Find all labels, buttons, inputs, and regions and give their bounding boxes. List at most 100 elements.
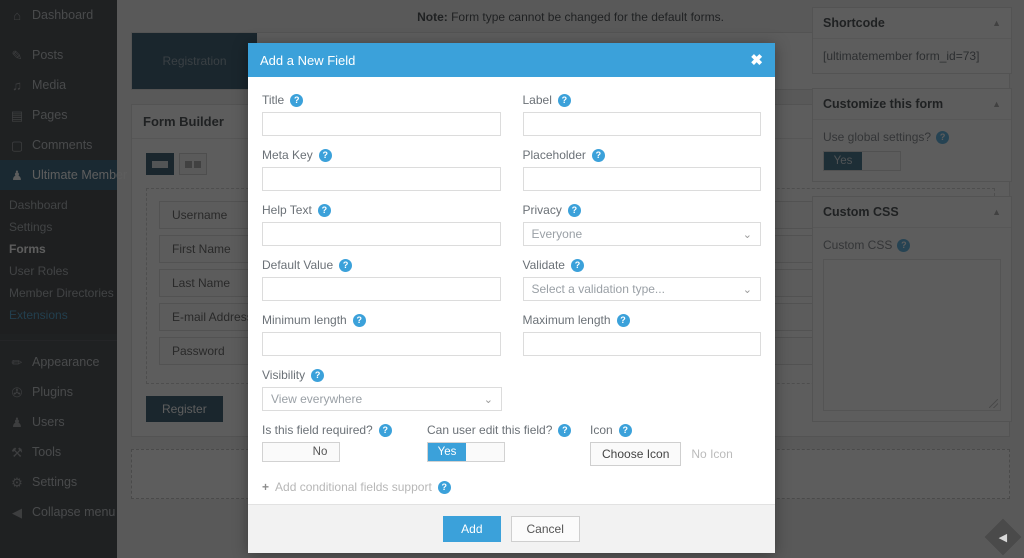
modal-footer: Add Cancel xyxy=(248,504,775,553)
field-row-4: Default Value ? Validate ? Select a vali… xyxy=(262,258,761,313)
default-value-label-wrap: Default Value ? xyxy=(262,258,501,272)
icon-chooser-row: Choose Icon No Icon xyxy=(590,442,761,466)
default-value-input[interactable] xyxy=(262,277,501,301)
privacy-select-value: Everyone xyxy=(532,227,583,241)
label-input[interactable] xyxy=(523,112,762,136)
privacy-select[interactable]: Everyone ⌄ xyxy=(523,222,762,246)
editable-label: Can user edit this field? xyxy=(427,423,552,437)
choose-icon-button[interactable]: Choose Icon xyxy=(590,442,681,466)
toggles-row: Is this field required? ? No Can user ed… xyxy=(262,423,761,466)
help-icon[interactable]: ? xyxy=(311,369,324,382)
help-text-input[interactable] xyxy=(262,222,501,246)
field-row-5: Minimum length ? Maximum length ? xyxy=(262,313,761,368)
minimum-length-label-wrap: Minimum length ? xyxy=(262,313,501,327)
help-icon[interactable]: ? xyxy=(617,314,630,327)
meta-key-label-wrap: Meta Key ? xyxy=(262,148,501,162)
required-toggle-no[interactable]: No xyxy=(301,443,339,461)
minimum-length-label: Minimum length xyxy=(262,313,347,327)
placeholder-field-group: Placeholder ? xyxy=(523,148,762,191)
required-label-wrap: Is this field required? ? xyxy=(262,423,427,437)
visibility-select-value: View everywhere xyxy=(271,392,362,406)
field-row-1: Title ? Label ? xyxy=(262,93,761,148)
editable-field-group: Can user edit this field? ? Yes xyxy=(427,423,590,462)
help-icon[interactable]: ? xyxy=(290,94,303,107)
help-icon[interactable]: ? xyxy=(571,259,584,272)
cancel-button[interactable]: Cancel xyxy=(511,516,580,542)
add-conditional-fields-label: Add conditional fields support xyxy=(275,480,432,494)
maximum-length-input[interactable] xyxy=(523,332,762,356)
title-input[interactable] xyxy=(262,112,501,136)
privacy-label: Privacy xyxy=(523,203,562,217)
help-text-label: Help Text xyxy=(262,203,312,217)
field-row-3: Help Text ? Privacy ? Everyone ⌄ xyxy=(262,203,761,258)
placeholder-label: Placeholder xyxy=(523,148,586,162)
help-icon[interactable]: ? xyxy=(558,424,571,437)
help-icon[interactable]: ? xyxy=(379,424,392,437)
validate-label: Validate xyxy=(523,258,565,272)
help-text-field-group: Help Text ? xyxy=(262,203,501,246)
help-icon[interactable]: ? xyxy=(353,314,366,327)
label-label-wrap: Label ? xyxy=(523,93,762,107)
field-row-2: Meta Key ? Placeholder ? xyxy=(262,148,761,203)
privacy-field-group: Privacy ? Everyone ⌄ xyxy=(523,203,762,246)
minimum-length-input[interactable] xyxy=(262,332,501,356)
placeholder-label-wrap: Placeholder ? xyxy=(523,148,762,162)
editable-toggle[interactable]: Yes xyxy=(427,442,505,462)
placeholder-input[interactable] xyxy=(523,167,762,191)
visibility-select[interactable]: View everywhere ⌄ xyxy=(262,387,502,411)
help-icon[interactable]: ? xyxy=(568,204,581,217)
icon-label-wrap: Icon ? xyxy=(590,423,761,437)
help-icon[interactable]: ? xyxy=(558,94,571,107)
screen: ⌂Dashboard✎Posts♫Media▤Pages▢Comments♟Ul… xyxy=(0,0,1024,558)
add-new-field-modal: Add a New Field ✖ Title ? Label ? xyxy=(248,43,775,553)
validate-select[interactable]: Select a validation type... ⌄ xyxy=(523,277,762,301)
add-button[interactable]: Add xyxy=(443,516,500,542)
arrow-left-icon: ◀ xyxy=(999,531,1007,544)
required-field-group: Is this field required? ? No xyxy=(262,423,427,466)
editable-toggle-yes[interactable]: Yes xyxy=(428,443,466,461)
privacy-label-wrap: Privacy ? xyxy=(523,203,762,217)
help-icon[interactable]: ? xyxy=(339,259,352,272)
editable-toggle-right[interactable] xyxy=(466,443,504,461)
visibility-label-wrap: Visibility ? xyxy=(262,368,502,382)
meta-key-field-group: Meta Key ? xyxy=(262,148,501,191)
icon-field-group: Icon ? Choose Icon No Icon xyxy=(590,423,761,466)
help-icon[interactable]: ? xyxy=(319,149,332,162)
meta-key-label: Meta Key xyxy=(262,148,313,162)
required-label: Is this field required? xyxy=(262,423,373,437)
modal-header: Add a New Field ✖ xyxy=(248,43,775,77)
plus-icon: + xyxy=(262,480,269,494)
maximum-length-field-group: Maximum length ? xyxy=(523,313,762,356)
help-icon[interactable]: ? xyxy=(619,424,632,437)
chevron-down-icon: ⌄ xyxy=(743,283,752,296)
modal-title: Add a New Field xyxy=(260,53,355,68)
add-conditional-fields-link[interactable]: + Add conditional fields support ? xyxy=(262,480,761,494)
help-icon[interactable]: ? xyxy=(592,149,605,162)
required-toggle-left[interactable] xyxy=(263,443,301,461)
close-icon[interactable]: ✖ xyxy=(750,53,763,68)
required-toggle[interactable]: No xyxy=(262,442,340,462)
minimum-length-field-group: Minimum length ? xyxy=(262,313,501,356)
visibility-label: Visibility xyxy=(262,368,305,382)
maximum-length-label-wrap: Maximum length ? xyxy=(523,313,762,327)
label-field-group: Label ? xyxy=(523,93,762,136)
maximum-length-label: Maximum length xyxy=(523,313,611,327)
title-field-group: Title ? xyxy=(262,93,501,136)
help-icon[interactable]: ? xyxy=(438,481,451,494)
chevron-down-icon: ⌄ xyxy=(484,393,493,406)
icon-label: Icon xyxy=(590,423,613,437)
default-value-field-group: Default Value ? xyxy=(262,258,501,301)
icon-status-text: No Icon xyxy=(691,447,732,461)
validate-label-wrap: Validate ? xyxy=(523,258,762,272)
modal-body: Title ? Label ? Meta Key xyxy=(248,77,775,504)
help-icon[interactable]: ? xyxy=(318,204,331,217)
validate-select-value: Select a validation type... xyxy=(532,282,665,296)
title-label: Title xyxy=(262,93,284,107)
meta-key-input[interactable] xyxy=(262,167,501,191)
label-label: Label xyxy=(523,93,552,107)
validate-field-group: Validate ? Select a validation type... ⌄ xyxy=(523,258,762,301)
visibility-field-group: Visibility ? View everywhere ⌄ xyxy=(262,368,502,411)
default-value-label: Default Value xyxy=(262,258,333,272)
title-label-wrap: Title ? xyxy=(262,93,501,107)
help-text-label-wrap: Help Text ? xyxy=(262,203,501,217)
